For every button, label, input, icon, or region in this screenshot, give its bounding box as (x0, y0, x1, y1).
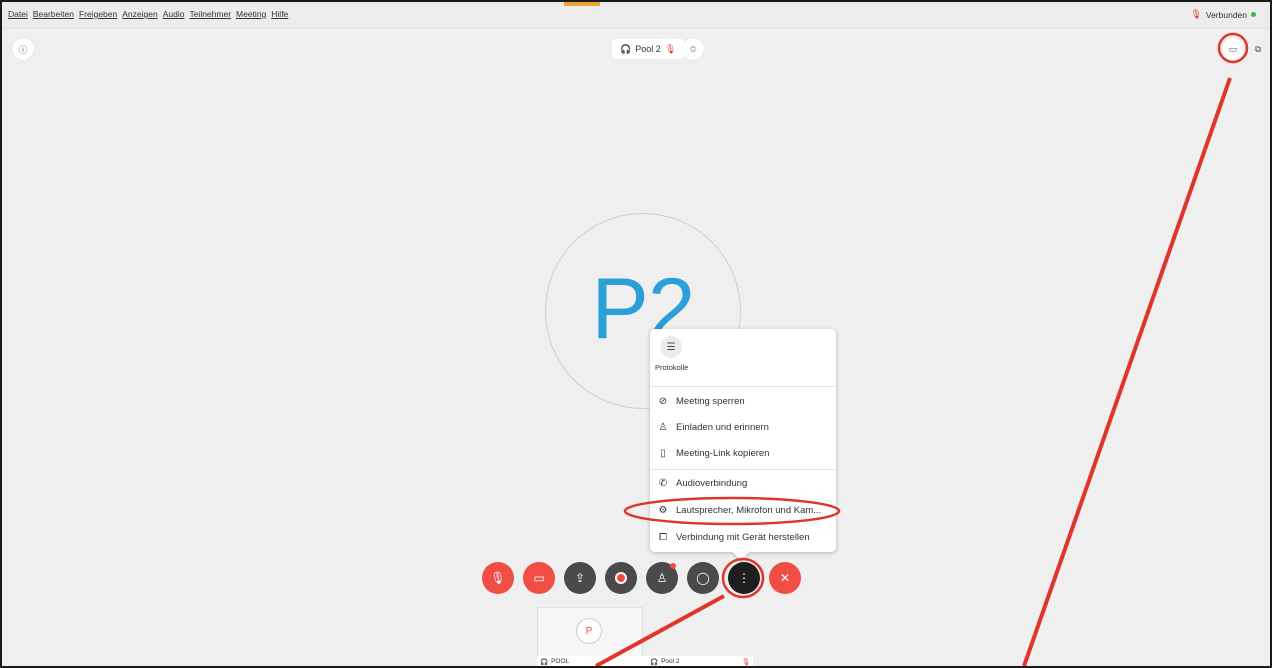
menu-item-geraet-verbinden[interactable]: ⧠ Verbindung mit Gerät herstellen (658, 532, 810, 543)
headset-icon: 🎧 (540, 658, 549, 666)
more-icon: ⋮ (738, 571, 750, 585)
stop-video-button[interactable]: ▭ (523, 562, 555, 594)
mute-button[interactable]: 🎙 (482, 562, 514, 594)
copy-icon: ▯ (660, 448, 666, 459)
menu-item-label: Lautsprecher, Mikrofon und Kam... (676, 505, 822, 516)
menu-anzeigen[interactable]: Anzeigen (122, 9, 157, 19)
phone-icon: ✆ (658, 478, 668, 489)
transcript-icon[interactable]: ☰ (660, 336, 682, 358)
app-window: Datei Bearbeiten Freigeben Anzeigen Audi… (0, 0, 1272, 668)
cast-icon: ⧠ (659, 532, 667, 543)
meeting-title-pill[interactable]: 🎧 Pool 2 🎙 (612, 39, 685, 59)
menu-divider (650, 469, 836, 470)
mic-off-icon: 🎙 (490, 571, 506, 585)
self-avatar-initial: P (585, 625, 593, 637)
menu-bearbeiten[interactable]: Bearbeiten (33, 9, 74, 19)
mic-muted-icon: 🎙 (664, 43, 677, 54)
menu-item-audioverbindung[interactable]: ✆ Audioverbindung (658, 478, 748, 489)
self-label: 🎧 POOL (537, 656, 649, 666)
menu-item-label: Meeting-Link kopieren (676, 448, 770, 459)
menu-freigeben[interactable]: Freigeben (79, 9, 117, 19)
more-options-menu: ☰ Protokolle ⊘ Meeting sperren ♙ Einlade… (650, 329, 836, 561)
protokolle-label[interactable]: Protokolle (655, 363, 688, 372)
participants-icon: ♙ (656, 571, 668, 585)
connection-status-text: Verbunden (1205, 9, 1247, 20)
menu-items: Datei Bearbeiten Freigeben Anzeigen Audi… (8, 9, 288, 19)
participant-label-text: Pool 2 (661, 658, 680, 665)
share-icon: ⇪ (574, 571, 586, 585)
menu-item-label: Audioverbindung (676, 478, 748, 489)
connection-status: 🎙 Verbunden (1190, 9, 1256, 20)
menu-teilnehmer[interactable]: Teilnehmer (189, 9, 231, 19)
lock-icon: ⊘ (658, 396, 668, 407)
record-icon (615, 572, 627, 584)
menu-meeting[interactable]: Meeting (236, 9, 266, 19)
self-label-text: POOL (551, 658, 570, 665)
menu-item-meeting-sperren[interactable]: ⊘ Meeting sperren (658, 396, 745, 407)
headset-icon: 🎧 (620, 43, 632, 54)
meeting-toolbar: 🎙 ▭ ⇪ ♙ ◯ ⋮ ✕ (482, 562, 801, 594)
share-button[interactable]: ⇪ (564, 562, 596, 594)
more-button[interactable]: ⋮ (728, 562, 760, 594)
record-button[interactable] (605, 562, 637, 594)
close-icon: ✕ (779, 571, 791, 585)
menu-pointer (732, 543, 750, 561)
gear-icon: ⚙ (658, 505, 668, 516)
meeting-title: Pool 2 (635, 44, 661, 54)
menu-item-label: Verbindung mit Gerät herstellen (676, 532, 810, 543)
menu-item-label: Einladen und erinnern (676, 422, 769, 433)
participant-label: 🎧 Pool 2 🎙 (647, 656, 753, 666)
chat-button[interactable]: ◯ (687, 562, 719, 594)
participants-button[interactable]: ♙ (646, 562, 678, 594)
headset-icon: 🎧 (650, 658, 659, 666)
pin-icon[interactable]: ✩ (682, 38, 704, 60)
invite-icon: ♙ (658, 422, 668, 433)
notification-badge (670, 563, 676, 569)
top-accent-bar (564, 2, 600, 6)
self-avatar: P (576, 618, 602, 644)
menu-audio[interactable]: Audio (163, 9, 185, 19)
self-view-tile[interactable]: P (537, 607, 643, 657)
menu-item-label: Meeting sperren (676, 396, 745, 407)
menu-item-link-kopieren[interactable]: ▯ Meeting-Link kopieren (658, 448, 769, 459)
popout-icon[interactable]: ⧉ (1247, 38, 1269, 60)
leave-button[interactable]: ✕ (769, 562, 801, 594)
annotation-arrow-layout (1022, 77, 1232, 666)
chat-icon: ◯ (696, 571, 710, 585)
mic-muted-icon: 🎙 (741, 658, 750, 666)
status-dot-icon (1251, 12, 1256, 17)
layout-icon[interactable]: ▭ (1222, 38, 1244, 60)
menu-hilfe[interactable]: Hilfe (271, 9, 288, 19)
menu-item-einladen[interactable]: ♙ Einladen und erinnern (658, 422, 769, 433)
menu-divider (650, 386, 836, 387)
menu-datei[interactable]: Datei (8, 9, 28, 19)
video-off-icon: ▭ (533, 571, 545, 585)
info-icon[interactable]: ⓘ (12, 38, 34, 60)
menu-bar: Datei Bearbeiten Freigeben Anzeigen Audi… (2, 2, 1270, 29)
mic-muted-icon: 🎙 (1190, 9, 1202, 19)
menu-item-lautsprecher[interactable]: ⚙ Lautsprecher, Mikrofon und Kam... (658, 505, 822, 516)
